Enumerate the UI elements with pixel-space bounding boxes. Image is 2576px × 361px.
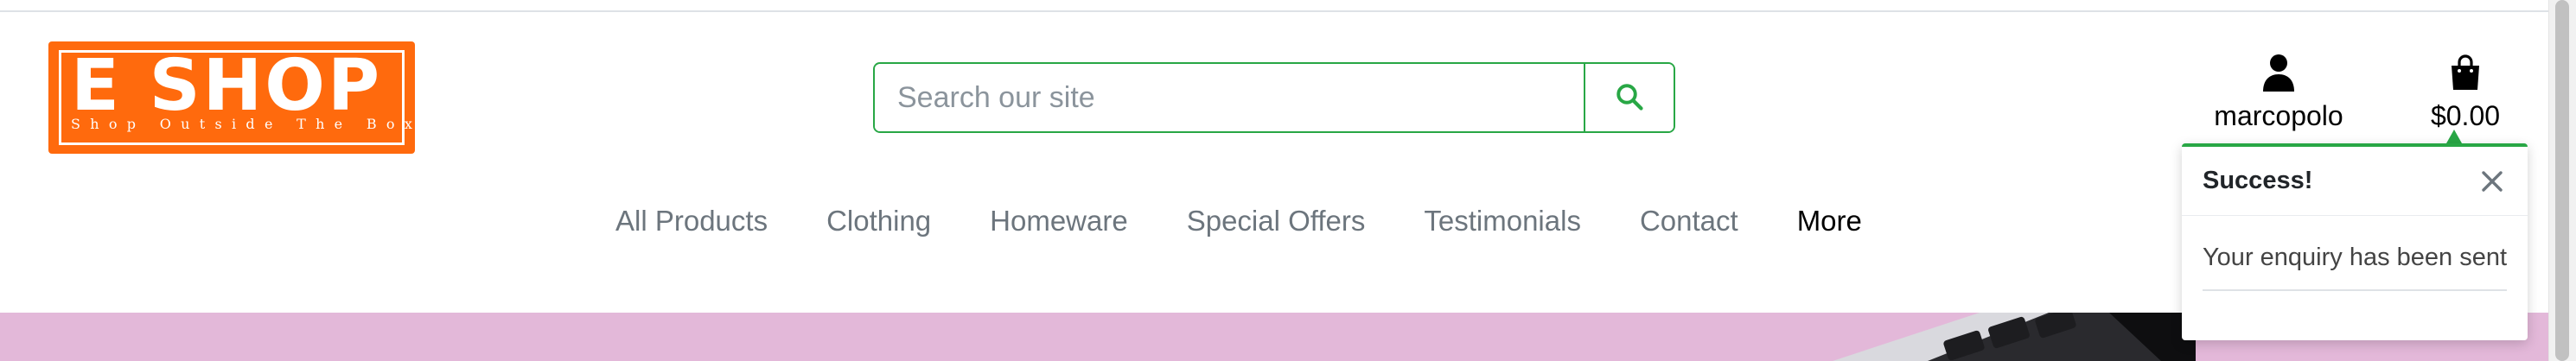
account-menu[interactable]: marcopolo [2203, 54, 2355, 133]
site-logo[interactable]: E SHOP Shop Outside The Box [48, 41, 415, 154]
scrollbar-thumb[interactable] [2555, 0, 2569, 361]
laptop-image [1833, 313, 2196, 361]
toast-header: Success! [2182, 147, 2528, 216]
search-input[interactable] [875, 64, 1584, 131]
scrollbar[interactable] [2548, 0, 2576, 361]
bag-total: $0.00 [2430, 100, 2501, 131]
logo-tagline: Shop Outside The Box [71, 116, 423, 132]
search-button[interactable] [1584, 64, 1674, 131]
close-icon[interactable] [2477, 167, 2507, 196]
nav-all-products[interactable]: All Products [615, 205, 768, 238]
toast-pointer [2446, 130, 2462, 143]
account-username: marcopolo [2214, 100, 2343, 131]
nav-testimonials[interactable]: Testimonials [1424, 205, 1581, 238]
success-toast: Success! Your enquiry has been sent [2182, 143, 2528, 340]
main-navigation: All Products Clothing Homeware Special O… [615, 197, 1862, 245]
hero-banner [0, 313, 2548, 361]
user-icon [2203, 54, 2355, 93]
search-icon [1614, 81, 1645, 115]
toast-title: Success! [2203, 167, 2313, 194]
nav-clothing[interactable]: Clothing [826, 205, 931, 238]
nav-more[interactable]: More [1797, 205, 1862, 238]
toast-body: Your enquiry has been sent [2182, 216, 2528, 291]
nav-homeware[interactable]: Homeware [990, 205, 1128, 238]
search-form [873, 62, 1675, 133]
shopping-bag-link[interactable]: $0.00 [2420, 54, 2510, 133]
top-divider [0, 10, 2548, 12]
shopping-bag-icon [2420, 54, 2510, 93]
nav-contact[interactable]: Contact [1640, 205, 1738, 238]
nav-special-offers[interactable]: Special Offers [1187, 205, 1366, 238]
toast-message: Your enquiry has been sent [2203, 216, 2507, 291]
